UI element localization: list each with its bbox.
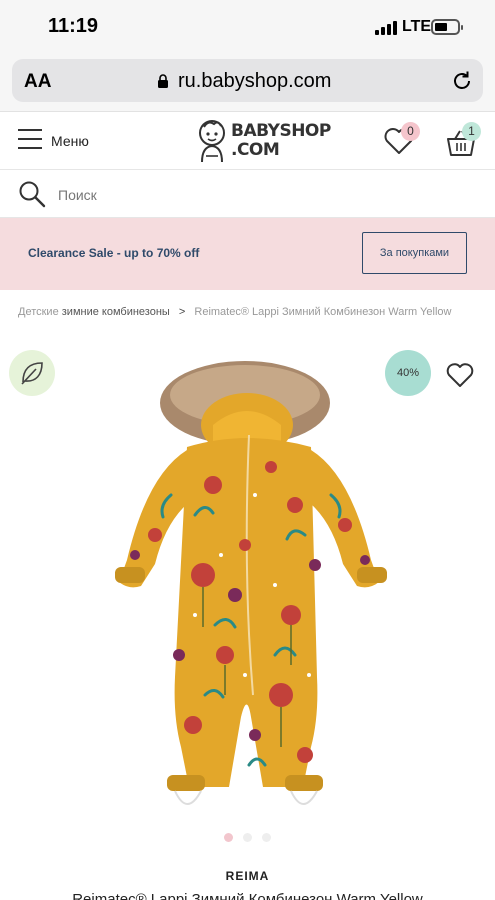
add-to-wishlist-heart-icon[interactable]	[446, 362, 474, 388]
network-type: LTE	[402, 18, 432, 35]
product-brand[interactable]: REIMA	[0, 869, 495, 883]
carousel-dot[interactable]	[243, 833, 252, 842]
search-bar[interactable]: Поиск	[0, 170, 495, 218]
breadcrumb-link-category[interactable]: зимние комбинезоны	[62, 306, 170, 318]
address-field[interactable]: AA ru.babyshop.com	[12, 59, 483, 102]
cart-count-badge: 1	[462, 122, 481, 141]
promo-text: Clearance Sale - up to 70% off	[28, 246, 200, 260]
product-title: Reimatec® Lappi Зимний Комбинезон Warm Y…	[72, 891, 423, 900]
leaf-icon	[21, 362, 43, 385]
browser-url-bar: AA ru.babyshop.com	[0, 56, 495, 112]
image-carousel-dots	[224, 833, 272, 843]
lock-icon	[158, 74, 168, 88]
wishlist-count-badge: 0	[401, 122, 420, 141]
status-time: 11:19	[48, 15, 99, 37]
status-bar: 11:19 LTE	[0, 0, 495, 56]
carousel-dot[interactable]	[262, 833, 271, 842]
logo-text-line2: .COM	[231, 140, 280, 160]
reload-icon[interactable]	[451, 70, 473, 92]
cell-signal-icon	[375, 21, 397, 35]
breadcrumb-current: Reimatec® Lappi Зимний Комбинезон Warm Y…	[194, 306, 452, 318]
shop-now-button[interactable]: За покупками	[362, 232, 467, 274]
breadcrumb: Детские зимние комбинезоны > Reimatec® L…	[18, 306, 488, 318]
search-input[interactable]: Поиск	[58, 187, 97, 203]
breadcrumb-link-kids[interactable]: Детские	[18, 306, 59, 318]
eco-badge[interactable]	[9, 350, 55, 396]
battery-icon	[431, 19, 463, 35]
logo-text-line1: BABYSHOP	[231, 121, 331, 141]
url-text[interactable]: ru.babyshop.com	[178, 70, 331, 93]
site-header: Меню BABYSHOP .COM 0 1	[0, 112, 495, 170]
promo-banner: Clearance Sale - up to 70% off За покупк…	[0, 218, 495, 290]
babyshop-logo[interactable]: BABYSHOP .COM	[195, 118, 331, 166]
product-image[interactable]	[95, 355, 400, 825]
carousel-dot[interactable]	[224, 833, 233, 842]
baby-mascot-icon	[199, 120, 225, 163]
menu-button-label[interactable]: Меню	[51, 133, 89, 149]
text-size-button[interactable]: AA	[24, 71, 51, 93]
search-icon[interactable]	[18, 180, 46, 208]
menu-icon[interactable]	[18, 129, 42, 151]
breadcrumb-separator: >	[178, 306, 186, 318]
